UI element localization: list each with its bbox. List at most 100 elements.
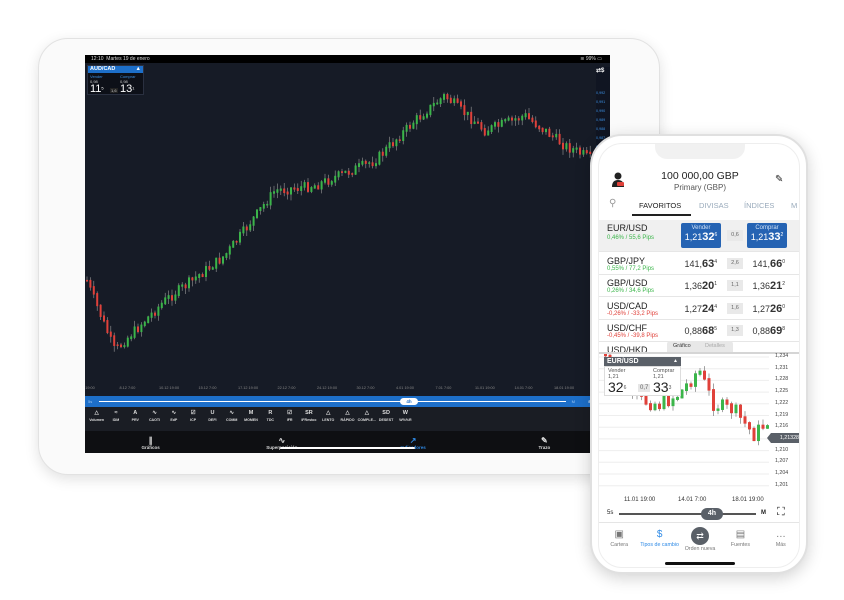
indicator-tool[interactable]: △ Volumen: [87, 407, 106, 431]
chart-buy[interactable]: Comprar 1,21 333: [653, 368, 674, 394]
search-icon[interactable]: ⚲: [609, 198, 616, 209]
tab-gráficos[interactable]: ∥ Gráficos: [85, 431, 216, 453]
nav-label: Cartera: [610, 542, 629, 548]
slider-track[interactable]: [619, 513, 756, 515]
ask-price[interactable]: 0,88698: [752, 325, 785, 337]
candle: [748, 421, 751, 435]
nav-briefcase[interactable]: ▣ Cartera: [599, 523, 639, 567]
tab-more[interactable]: M: [791, 201, 797, 210]
slider-track[interactable]: [99, 401, 566, 402]
indicator-icon: ≈: [114, 410, 118, 416]
indicator-tool[interactable]: ☑ ICP: [183, 407, 202, 431]
tablet-quote-box[interactable]: AUD/CAD ▲ Vender 0,98 115 Comprar 0,98 131 1,…: [87, 65, 144, 95]
indicator-tool[interactable]: △ LENTO: [319, 407, 338, 431]
phone-screen: 100 000,00 GBP Primary (GBP) ✎ ⚲ FAVORIT…: [598, 143, 800, 568]
bid-price[interactable]: 0,88685: [684, 325, 717, 337]
candle: [99, 304, 102, 320]
slider-knob[interactable]: 4h: [701, 508, 723, 520]
collapse-icon[interactable]: ▲: [673, 357, 678, 366]
tab-favoritos[interactable]: FAVORITOS: [639, 201, 681, 210]
edit-icon[interactable]: ✎: [775, 174, 783, 185]
indicator-tool[interactable]: ∿ EdP: [164, 407, 183, 431]
indicator-icon: SD: [382, 410, 390, 416]
candle: [555, 129, 558, 140]
buy-quote[interactable]: Comprar 0,98 131: [120, 74, 147, 95]
indicator-tool[interactable]: SD DESEST: [376, 407, 395, 431]
candle: [426, 111, 428, 120]
y-tick: 1,225: [775, 388, 789, 395]
tablet-candle-chart[interactable]: [85, 65, 596, 385]
symbol-button[interactable]: ⇄$: [596, 67, 610, 89]
y-tick: 1,216: [775, 423, 789, 430]
ask-price[interactable]: 141,660: [752, 258, 785, 270]
candle: [327, 174, 330, 188]
bid-price[interactable]: 1,27244: [684, 303, 717, 315]
indicator-tool[interactable]: R TDC: [261, 407, 280, 431]
indicator-tool[interactable]: ☑ IFR: [280, 407, 299, 431]
phone-chart[interactable]: 1,234 1,231 1,228 1,225 1,222 1,219 1,216 1,213…: [599, 352, 799, 507]
sell-button[interactable]: Vender 1,21326: [681, 223, 721, 248]
candle: [698, 368, 702, 377]
candle: [658, 401, 661, 412]
list-item[interactable]: USD/CAD -0,26% / -33,2 Pips 1,27244 1,6 1,27…: [599, 298, 799, 320]
candle: [143, 320, 146, 328]
indicator-tool[interactable]: ∿ CAOTI: [145, 407, 164, 431]
ask-price[interactable]: 1,27260: [752, 303, 785, 315]
account-name[interactable]: Primary (GBP): [599, 183, 799, 193]
list-item[interactable]: EUR/USD 0,46% / 55,6 Pips Vender 1,21326 Com…: [599, 220, 799, 252]
candle: [235, 240, 238, 245]
tab-detalles[interactable]: Detalles: [705, 343, 725, 349]
candle: [147, 315, 150, 324]
tab-indices[interactable]: ÍNDICES: [744, 201, 774, 210]
fullscreen-icon[interactable]: ⛶: [777, 506, 785, 519]
ask-prefix: 141,: [752, 259, 770, 269]
indicator-tool[interactable]: A PRV: [126, 407, 145, 431]
list-item[interactable]: GBP/USD 0,26% / 34,6 Pips 1,36201 1,1 1,3621…: [599, 275, 799, 297]
indicator-tool[interactable]: W W%%R: [396, 407, 415, 431]
chart-sell[interactable]: Vender 1,21 326: [608, 368, 626, 394]
tab-grafico[interactable]: Gráfico: [673, 343, 691, 349]
current-price-tag: 1,21328: [767, 433, 799, 443]
candle: [565, 141, 568, 152]
indicator-tool[interactable]: △ COMPLE...: [357, 407, 376, 431]
tab-superposición[interactable]: ∿Superposición: [216, 431, 347, 453]
indicator-tool[interactable]: U DEFI: [203, 407, 222, 431]
indicator-icon: ☑: [287, 410, 293, 416]
candle: [460, 99, 462, 110]
chart-quote-box[interactable]: Vender 1,21 326 Comprar 1,21 333 0,7: [604, 366, 681, 396]
candle: [174, 290, 177, 304]
list-item[interactable]: GBP/JPY 0,55% / 77,2 Pips 141,634 2,6 141,66…: [599, 253, 799, 275]
candle: [337, 170, 340, 181]
x-tick: 18.01 19:00: [554, 386, 575, 390]
candle: [303, 179, 306, 191]
y-tick: 1,201: [775, 481, 789, 488]
timeframe-slider[interactable]: 5s 4h M Símbolo: [85, 396, 610, 407]
collapse-icon[interactable]: ▲: [136, 66, 141, 73]
indicator-tool[interactable]: ∿ COMM: [222, 407, 241, 431]
indicator-label: COMM: [226, 418, 238, 422]
quote-symbol[interactable]: AUD/CAD ▲: [88, 66, 143, 73]
ask-big: 21: [769, 280, 783, 292]
candle: [106, 317, 109, 335]
ask-price[interactable]: 1,36212: [752, 280, 785, 292]
indicator-tool[interactable]: SR IFRestoc: [299, 407, 318, 431]
indicator-tool[interactable]: ≈ IDM: [106, 407, 125, 431]
candle: [283, 182, 286, 197]
nav-more[interactable]: … Más: [761, 523, 799, 567]
x-tick: 11.01 19:00: [624, 497, 656, 503]
list-item[interactable]: USD/CHF -0,45% / -39,8 Pips 0,88685 1,3 0,88…: [599, 320, 799, 342]
candle: [739, 404, 742, 424]
buy-button[interactable]: Comprar 1,21332: [747, 223, 787, 248]
chart-quote-header[interactable]: EUR/USD ▲: [604, 357, 681, 366]
phone-timeframe-slider[interactable]: 5s 4h M ⛶: [599, 506, 799, 521]
candle: [113, 332, 116, 352]
indicator-tool[interactable]: △ RÁPIDO: [338, 407, 357, 431]
tab-indicadores[interactable]: ↗Indicadores: [348, 431, 479, 453]
bid-price[interactable]: 141,634: [684, 258, 717, 270]
tab-divisas[interactable]: DIVISAS: [699, 201, 729, 210]
indicator-tool[interactable]: M MOMEN: [241, 407, 260, 431]
bid-price[interactable]: 1,36201: [684, 280, 717, 292]
x-tick: 7.01 7:00: [435, 386, 452, 390]
slider-knob[interactable]: 4h: [400, 398, 418, 405]
candle: [259, 206, 262, 215]
